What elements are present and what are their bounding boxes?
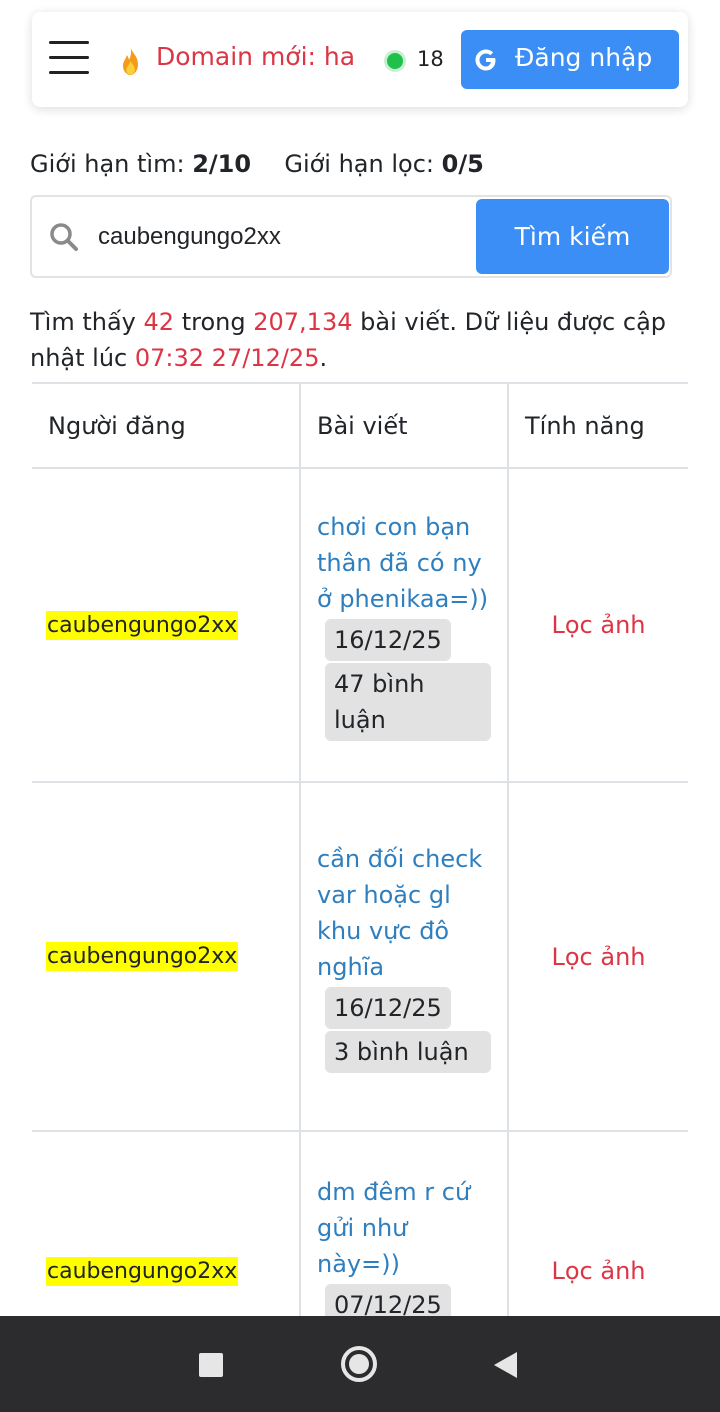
android-navigation-bar [0, 1316, 720, 1412]
header-post: Bài viết [299, 382, 508, 469]
google-icon [475, 49, 496, 71]
google-login-button[interactable]: Đăng nhập [461, 30, 679, 89]
fire-icon [123, 47, 138, 75]
post-title-link[interactable]: cần đối check var hoặc gl khu vực đô ngh… [317, 841, 491, 985]
search-limit-value: 2/10 [192, 150, 252, 178]
hamburger-menu-icon[interactable] [49, 41, 89, 75]
top-navbar: Domain mới: ha 18 Đăng nhập [32, 12, 688, 107]
back-triangle-icon[interactable] [494, 1352, 517, 1378]
comment-count-badge: 3 bình luận [325, 1030, 491, 1073]
filter-limit-label: Giới hạn lọc: [284, 150, 434, 178]
online-status-icon [384, 50, 406, 72]
domain-announcement[interactable]: Domain mới: ha [156, 42, 355, 71]
search-limit-label: Giới hạn tìm: [30, 150, 185, 178]
header-features: Tính năng [507, 382, 688, 469]
post-title-link[interactable]: chơi con bạn thân đã có ny ở phenikaa=)) [317, 509, 491, 617]
search-input[interactable] [98, 217, 468, 257]
home-circle-icon[interactable] [341, 1346, 377, 1382]
header-user: Người đăng [32, 382, 300, 469]
post-date-badge: 16/12/25 [325, 986, 451, 1029]
search-bar: Tìm kiếm [30, 195, 672, 278]
user-name[interactable]: caubengungo2xx [46, 942, 239, 971]
user-name[interactable]: caubengungo2xx [46, 610, 239, 640]
table-row: caubengungo2xx chơi con bạn thân đã có n… [32, 468, 688, 783]
comment-count-badge: 47 bình luận [325, 663, 491, 741]
found-count: 42 [143, 308, 175, 336]
post-date-badge: 16/12/25 [325, 619, 451, 661]
recent-apps-square-icon[interactable] [199, 1353, 223, 1377]
updated-time: 07:32 27/12/25 [134, 344, 320, 372]
search-icon [50, 223, 78, 251]
summary-prefix: Tìm thấy [30, 308, 136, 336]
result-summary: Tìm thấy 42 trong 207,134 bài viết. Dữ l… [30, 304, 680, 376]
filter-images-link[interactable]: Lọc ảnh [551, 1257, 645, 1285]
total-count: 207,134 [253, 308, 353, 336]
online-user-count: 18 [417, 47, 444, 71]
table-row: caubengungo2xx cần đối check var hoặc gl… [32, 782, 688, 1132]
filter-images-link[interactable]: Lọc ảnh [551, 611, 645, 639]
post-title-link[interactable]: dm đêm r cứ gửi như này=)) [317, 1174, 491, 1282]
summary-middle: trong [181, 308, 246, 336]
results-table: Người đăng Bài viết Tính năng caubengung… [32, 382, 688, 1412]
filter-images-link[interactable]: Lọc ảnh [551, 943, 645, 971]
usage-limits: Giới hạn tìm: 2/10 Giới hạn lọc: 0/5 [30, 150, 484, 178]
filter-limit-value: 0/5 [441, 150, 484, 178]
summary-end: . [319, 344, 328, 372]
login-label: Đăng nhập [515, 43, 653, 72]
search-button[interactable]: Tìm kiếm [476, 199, 669, 274]
user-name[interactable]: caubengungo2xx [46, 1256, 239, 1286]
